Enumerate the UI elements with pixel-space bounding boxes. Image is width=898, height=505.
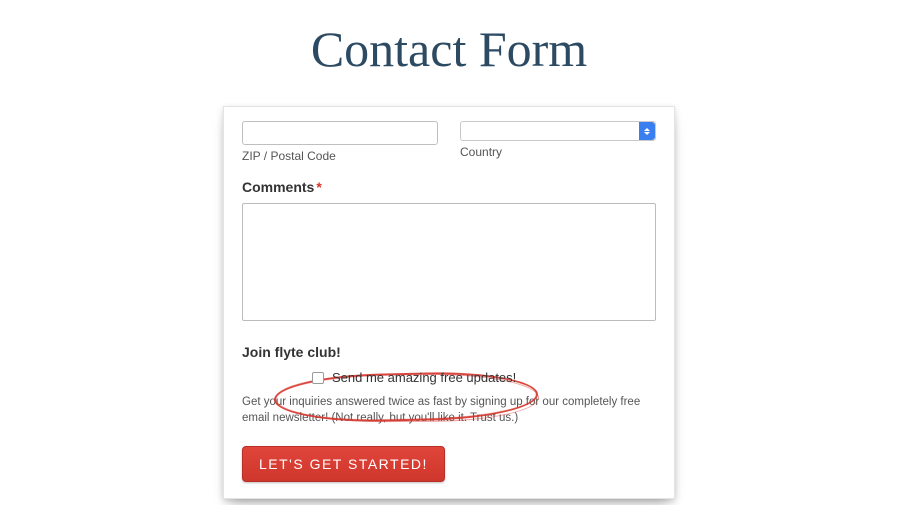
newsletter-checkbox-row: Send me amazing free updates! [312,370,656,385]
country-field: Country [460,121,656,159]
comments-textarea[interactable] [242,203,656,321]
country-select[interactable] [460,121,656,141]
newsletter-checkbox-label: Send me amazing free updates! [332,370,516,385]
zip-input[interactable] [242,121,438,145]
required-star: * [316,179,321,195]
newsletter-heading: Join flyte club! [242,344,656,360]
submit-button[interactable]: LET'S GET STARTED! [242,446,445,482]
comments-label-row: Comments* [242,179,656,195]
contact-form-card: ZIP / Postal Code Country Comments* Join… [223,106,675,499]
zip-label: ZIP / Postal Code [242,149,438,163]
newsletter-helper-text: Get your inquiries answered twice as fas… [242,395,656,426]
zip-field: ZIP / Postal Code [242,121,438,163]
newsletter-checkbox[interactable] [312,372,324,384]
updown-icon [639,122,655,140]
page-title: Contact Form [0,20,898,78]
address-row: ZIP / Postal Code Country [242,121,656,163]
comments-label: Comments [242,179,314,195]
country-label: Country [460,145,656,159]
